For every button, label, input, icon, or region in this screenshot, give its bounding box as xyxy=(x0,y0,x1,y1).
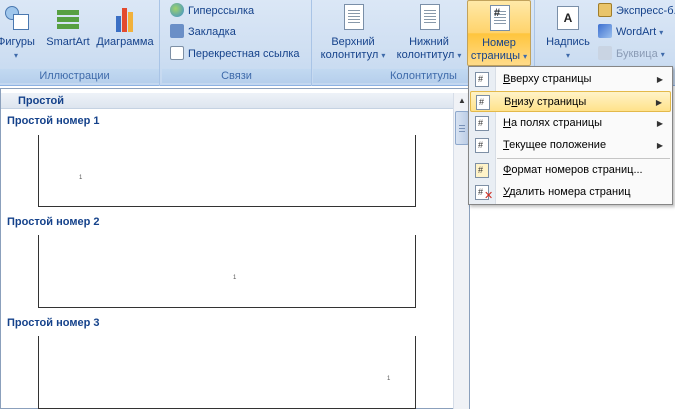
submenu-arrow-icon: ▶ xyxy=(656,141,663,150)
smartart-icon xyxy=(53,2,83,34)
chevron-down-icon: ▾ xyxy=(659,28,664,37)
gallery-section-header: Простой xyxy=(1,93,453,109)
header-icon xyxy=(338,2,368,34)
globe-link-icon xyxy=(170,3,184,17)
footer-label-2: колонтитул xyxy=(396,49,455,61)
current-position-icon xyxy=(475,138,489,153)
menu-item-label: Внизу страницы xyxy=(504,96,587,108)
cross-reference-button[interactable]: Перекрестная ссылка xyxy=(170,45,300,63)
header-button[interactable]: Верхний колонтитул ▾ xyxy=(317,2,389,62)
header-label-2: колонтитул xyxy=(320,49,379,61)
menu-item-label: Вверху страницы xyxy=(503,73,592,85)
page-number-button[interactable]: # Номер страницы ▾ xyxy=(467,0,531,66)
page-number-gallery: Простой Простой номер 1 1 Простой номер … xyxy=(0,88,470,409)
gallery-item-simple-1[interactable]: 1 xyxy=(38,135,416,207)
cross-reference-icon xyxy=(170,46,184,60)
bookmark-icon xyxy=(170,24,184,38)
textbox-button[interactable]: A Надпись ▾ xyxy=(540,2,596,62)
gallery-item-title: Простой номер 1 xyxy=(7,115,100,127)
dropcap-button[interactable]: Буквица ▾ xyxy=(598,45,665,63)
page-number-menu: Вверху страницы ▶ Внизу страницы ▶ На по… xyxy=(468,66,673,205)
gallery-scrollbar[interactable]: ▲ xyxy=(453,93,469,409)
page-number-preview: 1 xyxy=(79,175,83,181)
page-margins-icon xyxy=(475,116,489,131)
gallery-item-title: Простой номер 3 xyxy=(7,317,100,329)
shapes-icon xyxy=(1,2,31,34)
textbox-label: Надпись xyxy=(546,36,590,48)
express-blocks-icon xyxy=(598,3,612,17)
bookmark-label: Закладка xyxy=(188,26,236,38)
page-number-preview: 1 xyxy=(233,275,237,281)
page-number-label-1: Номер xyxy=(482,37,516,49)
menu-item-current-position[interactable]: Текущее положение ▶ xyxy=(470,135,671,156)
smartart-button[interactable]: SmartArt xyxy=(43,2,93,49)
footer-button[interactable]: Нижний колонтитул ▾ xyxy=(393,2,465,62)
menu-item-page-margins[interactable]: На полях страницы ▶ xyxy=(470,113,671,134)
gallery-item-simple-2[interactable]: 1 xyxy=(38,235,416,308)
page-number-preview: 1 xyxy=(387,376,391,382)
menu-item-label: На полях страницы xyxy=(503,117,603,129)
bookmark-button[interactable]: Закладка xyxy=(170,23,236,41)
wordart-label: WordArt xyxy=(616,26,657,38)
submenu-arrow-icon: ▶ xyxy=(656,119,663,128)
dropcap-icon xyxy=(598,46,612,60)
chevron-down-icon: ▾ xyxy=(457,51,462,60)
footer-label-1: Нижний xyxy=(409,36,449,48)
dropcap-label: Буквица xyxy=(616,48,658,60)
hyperlink-button[interactable]: Гиперссылка xyxy=(170,2,254,20)
page-number-icon: # xyxy=(484,3,514,35)
hyperlink-label: Гиперссылка xyxy=(188,5,255,17)
menu-item-bottom-of-page[interactable]: Внизу страницы ▶ xyxy=(470,91,671,112)
shapes-label: Фигуры xyxy=(0,36,35,48)
express-blocks-button[interactable]: Экспресс-б... xyxy=(598,2,675,20)
submenu-arrow-icon: ▶ xyxy=(655,98,662,107)
smartart-label: SmartArt xyxy=(46,36,90,48)
header-label-1: Верхний xyxy=(331,36,375,48)
wordart-icon xyxy=(598,24,612,38)
textbox-icon: A xyxy=(553,2,583,34)
chevron-down-icon: ▾ xyxy=(523,52,528,61)
gallery-item-title: Простой номер 2 xyxy=(7,216,100,228)
red-x-icon: ✕ xyxy=(484,190,494,202)
chart-label: Диаграмма xyxy=(96,36,154,48)
chart-icon xyxy=(110,2,140,34)
submenu-arrow-icon: ▶ xyxy=(656,75,663,84)
wordart-button[interactable]: WordArt ▾ xyxy=(598,23,663,41)
format-page-numbers-icon xyxy=(475,163,489,178)
shapes-button[interactable]: Фигуры ▾ xyxy=(0,2,36,62)
chevron-down-icon: ▾ xyxy=(660,50,665,59)
page-top-icon xyxy=(475,72,489,87)
scrollbar-thumb[interactable] xyxy=(455,111,469,145)
chart-button[interactable]: Диаграмма xyxy=(92,2,158,49)
menu-item-label: Формат номеров страниц... xyxy=(503,164,643,176)
page-bottom-icon xyxy=(476,95,490,110)
cross-reference-label: Перекрестная ссылка xyxy=(188,48,300,60)
illustrations-group: Фигуры ▾ SmartArt Диаграмма Иллюстрации xyxy=(0,0,160,86)
menu-item-top-of-page[interactable]: Вверху страницы ▶ xyxy=(470,69,671,90)
illustrations-group-label: Иллюстрации xyxy=(0,69,159,83)
page-number-label-2: страницы xyxy=(470,50,521,62)
menu-item-label: Удалить номера страниц xyxy=(503,186,631,198)
chevron-down-icon: ▾ xyxy=(13,51,18,60)
links-group-label: Связи xyxy=(162,69,311,83)
menu-item-format-page-numbers[interactable]: Формат номеров страниц... xyxy=(470,160,671,181)
chevron-down-icon: ▾ xyxy=(565,51,570,60)
footer-icon xyxy=(414,2,444,34)
menu-separator xyxy=(497,158,670,159)
chevron-down-icon: ▾ xyxy=(381,51,386,60)
express-blocks-label: Экспресс-б... xyxy=(616,5,675,17)
gallery-item-simple-3[interactable]: 1 xyxy=(38,336,416,409)
menu-item-label: Текущее положение xyxy=(503,139,607,151)
links-group: Гиперссылка Закладка Перекрестная ссылка… xyxy=(162,0,312,86)
menu-item-remove-page-numbers[interactable]: ✕ Удалить номера страниц xyxy=(470,182,671,203)
